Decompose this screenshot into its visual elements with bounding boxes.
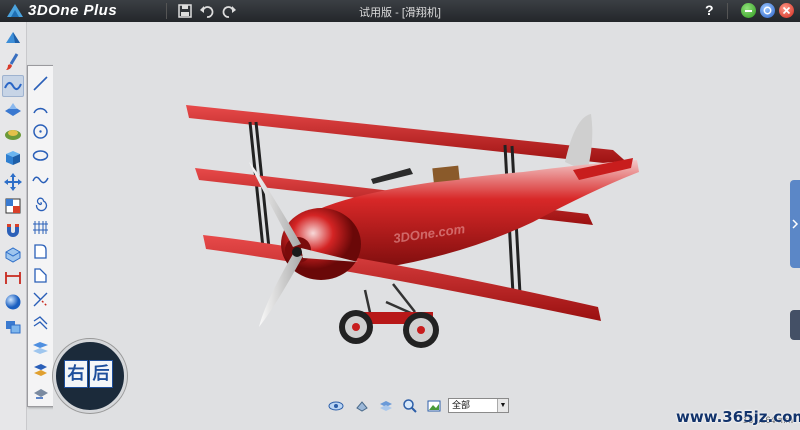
site-watermark: www.365jz.com [676, 408, 800, 426]
fillet-corner-icon[interactable] [31, 242, 50, 261]
minimize-icon [745, 10, 752, 12]
combine-icon[interactable] [3, 124, 23, 144]
sketch-plane-icon[interactable] [3, 28, 23, 48]
line-icon[interactable] [31, 74, 50, 93]
close-icon [782, 6, 791, 15]
title-bar: 3DOne Plus 试用版 - [滑翔机] ? [0, 0, 800, 22]
project-icon[interactable] [31, 338, 50, 357]
right-panel-tab[interactable] [790, 180, 800, 268]
chevron-right-icon [792, 219, 799, 229]
app-logo-icon [7, 4, 23, 17]
circle-center-icon[interactable] [31, 122, 50, 141]
sketch-flyout [27, 65, 54, 407]
ellipse-icon[interactable] [31, 146, 50, 165]
filter-select[interactable]: 全部 ▼ [448, 398, 509, 413]
view-icon[interactable] [328, 398, 344, 414]
cockpit [432, 165, 460, 183]
layer-icon[interactable] [378, 398, 394, 414]
machine-guns [371, 168, 413, 184]
mirror-icon[interactable] [31, 384, 50, 403]
bottom-toolbar: 全部 ▼ [326, 397, 510, 415]
sphere-icon[interactable] [3, 292, 23, 312]
separator [166, 3, 167, 19]
feature-icon[interactable] [3, 100, 23, 120]
text-icon[interactable] [31, 362, 50, 381]
propeller-blade [249, 162, 301, 247]
texture-icon[interactable] [3, 196, 23, 216]
measure-icon[interactable] [3, 268, 23, 288]
view-cube-back-face[interactable]: 后 [89, 360, 113, 388]
separator [727, 3, 728, 19]
right-panel-tab-secondary[interactable] [790, 310, 800, 340]
curve-sketch-icon[interactable] [2, 75, 24, 97]
save-icon[interactable] [176, 2, 194, 20]
redo-icon[interactable] [220, 2, 238, 20]
hatch-icon[interactable] [31, 218, 50, 237]
chamfer-corner-icon[interactable] [31, 266, 50, 285]
help-button[interactable]: ? [705, 2, 714, 18]
window-title: 试用版 - [滑翔机] [359, 7, 441, 19]
arc-icon[interactable] [31, 98, 50, 117]
tail-fin [565, 114, 593, 172]
view-cube-right-face[interactable]: 右 [64, 360, 88, 388]
app-name: 3DOne Plus [28, 2, 118, 19]
trim-icon[interactable] [31, 290, 50, 309]
spiral-icon[interactable] [31, 194, 50, 213]
magnet-icon[interactable] [3, 220, 23, 240]
spline-icon[interactable] [31, 170, 50, 189]
render-icon[interactable] [354, 398, 370, 414]
undo-icon[interactable] [198, 2, 216, 20]
solid-box-icon[interactable] [3, 148, 23, 168]
minimize-button[interactable] [741, 3, 756, 18]
propeller-hub [292, 247, 302, 257]
offset-icon[interactable] [31, 314, 50, 333]
3d-viewport[interactable]: 3DOne.com [53, 22, 800, 430]
image-icon[interactable] [426, 398, 442, 414]
zoom-icon[interactable] [402, 398, 418, 414]
view-cube[interactable]: 右 后 [53, 339, 127, 413]
propeller-blade [259, 254, 303, 327]
restore-button[interactable] [760, 3, 775, 18]
shell-icon[interactable] [3, 244, 23, 264]
filter-select-value: 全部 [452, 400, 471, 410]
left-toolbar [0, 22, 27, 430]
move-icon[interactable] [3, 172, 23, 192]
chevron-down-icon[interactable]: ▼ [497, 399, 508, 412]
assembly-icon[interactable] [3, 316, 23, 336]
brush-icon[interactable] [3, 52, 23, 72]
restore-icon [763, 6, 772, 15]
close-button[interactable] [779, 3, 794, 18]
